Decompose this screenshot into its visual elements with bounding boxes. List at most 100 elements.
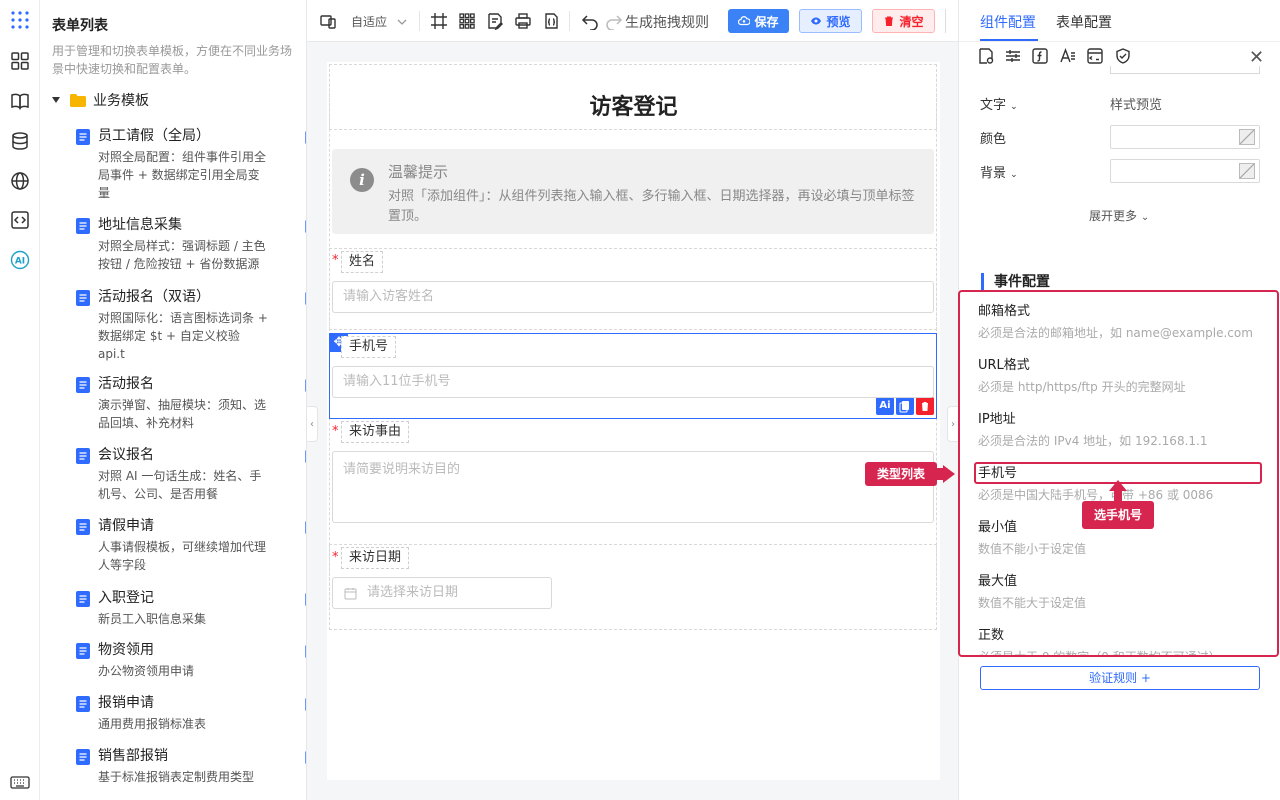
list-item-name: 地址信息采集 (98, 217, 182, 233)
edit-icon[interactable] (305, 289, 307, 306)
background-picker[interactable] (1110, 159, 1260, 183)
browser-code-icon[interactable] (1086, 47, 1104, 65)
print-icon[interactable] (514, 12, 532, 30)
reason-textarea[interactable]: 请简要说明来访目的 (332, 451, 934, 523)
apps-grid-icon[interactable] (10, 10, 30, 30)
background-label[interactable]: 背景 ⌄ (980, 162, 1018, 181)
edit-icon[interactable] (305, 518, 307, 535)
save-button[interactable]: 保存 (728, 9, 789, 33)
edit-icon[interactable] (305, 748, 307, 765)
shield-check-icon[interactable] (1114, 47, 1132, 65)
code-icon[interactable] (10, 210, 30, 230)
tab-component-config[interactable]: 组件配置 (980, 12, 1036, 32)
validation-rule-option[interactable]: 正数必须是大于 0 的数字（0 和正数均不可通过） (978, 627, 1268, 657)
preview-button[interactable]: 预览 (799, 9, 862, 33)
edit-doc-icon[interactable] (486, 12, 504, 30)
tip-title: 温馨提示 (388, 163, 449, 181)
list-item-name: 活动报名 (98, 376, 154, 392)
date-picker[interactable]: 请选择来访日期 (332, 577, 552, 609)
database-icon[interactable] (10, 131, 30, 151)
form-list-sidebar: 表单列表 用于管理和切换表单模板，方便在不同业务场景中快速切换和配置表单。 业务… (40, 0, 307, 800)
arrow-right-icon (935, 465, 955, 483)
color-swatch-icon[interactable] (1239, 163, 1255, 179)
redo-icon[interactable] (605, 12, 623, 30)
list-item-desc: 办公物资领用申请 (98, 664, 195, 678)
copy-icon[interactable] (896, 397, 914, 415)
edit-icon[interactable] (305, 376, 307, 393)
text-style-label[interactable]: 文字 ⌄ (980, 94, 1018, 113)
document-icon (76, 749, 90, 765)
ai-icon[interactable]: AI (10, 250, 30, 270)
list-item-name: 会议报名 (98, 447, 154, 463)
close-icon[interactable]: ✕ (1249, 47, 1264, 68)
document-icon (76, 448, 90, 464)
edit-icon[interactable] (305, 590, 307, 607)
form-canvas: 访客登记 i 温馨提示 对照「添加组件」：从组件列表拖入输入框、多行输入框、日期… (327, 62, 940, 780)
components-icon[interactable] (10, 51, 30, 71)
style-preview-text: 样式预览 (1110, 98, 1163, 113)
device-icon[interactable] (319, 12, 337, 30)
name-input[interactable]: 请输入访客姓名 (332, 281, 934, 313)
list-item-desc: 演示弹窗、抽屉模块：须知、选品回填、补充材料 (98, 398, 267, 430)
sliders-icon[interactable] (1004, 47, 1022, 65)
rule-name: 最大值 (978, 574, 1018, 589)
field-label-reason: 来访事由 (341, 421, 410, 443)
rule-desc: 必须是合法的 IPv4 地址，如 192.168.1.1 (978, 434, 1208, 448)
add-validation-rule-button[interactable]: 验证规则 + (980, 666, 1260, 690)
list-item-desc: 新员工入职信息采集 (98, 612, 207, 626)
rule-desc: 必须是大于 0 的数字（0 和正数均不可通过） (978, 650, 1221, 657)
edit-icon[interactable] (305, 217, 307, 234)
tree-group-business[interactable]: 业务模板 (52, 90, 149, 110)
globe-icon[interactable] (10, 171, 30, 191)
function-icon[interactable] (1031, 47, 1049, 65)
color-swatch-icon[interactable] (1239, 129, 1255, 145)
delete-icon[interactable] (916, 397, 934, 415)
edit-icon[interactable] (305, 128, 307, 145)
arrow-up-icon (1109, 480, 1127, 502)
clear-button[interactable]: 清空 (872, 9, 935, 33)
caret-down-icon[interactable] (52, 97, 60, 103)
adaptive-select[interactable]: 自适应 (351, 13, 407, 30)
list-item-name: 请假申请 (98, 518, 154, 534)
grid-icon[interactable] (458, 12, 476, 30)
validation-rule-option[interactable]: 最大值 数值不能大于设定值 (978, 573, 1268, 612)
color-picker[interactable] (1110, 125, 1260, 149)
list-item-desc: 基于标准报销表定制费用类型 (98, 770, 255, 784)
editor-toolbar: 自适应 生成拖拽规则 保存 预览 清空 (307, 0, 958, 42)
document-icon (76, 129, 90, 145)
edit-icon[interactable] (305, 447, 307, 464)
undo-icon[interactable] (581, 12, 599, 30)
rule-desc: 数值不能小于设定值 (978, 542, 1087, 556)
calendar-icon (344, 588, 357, 600)
text-style-icon[interactable] (1059, 47, 1077, 65)
svg-text:AI: AI (15, 257, 25, 267)
settings-doc-icon[interactable] (977, 47, 995, 65)
frame-icon[interactable] (430, 12, 448, 30)
tip-alert[interactable]: i 温馨提示 对照「添加组件」：从组件列表拖入输入框、多行输入框、日期选择器，再… (332, 149, 934, 234)
list-item-desc: 通用费用报销标准表 (98, 717, 207, 731)
generate-rule-button[interactable]: 生成拖拽规则 (625, 12, 709, 32)
folder-icon (70, 93, 86, 107)
edit-icon[interactable] (305, 695, 307, 712)
icon-rail: AI (0, 0, 40, 800)
field-label-name: 姓名 (341, 251, 384, 273)
book-icon[interactable] (10, 91, 30, 111)
validation-rule-option[interactable]: URL格式 必须是 http/https/ftp 开头的完整网址 (978, 357, 1268, 396)
expand-more-button[interactable]: 展开更多 ⌄ (1089, 207, 1149, 224)
document-icon (76, 519, 90, 535)
list-item-desc: 对照全局配置：组件事件引用全局事件 + 数据绑定引用全局变量 (98, 150, 267, 200)
validation-rule-option[interactable]: IP地址 必须是合法的 IPv4 地址，如 192.168.1.1 (978, 411, 1268, 450)
tree-group-label: 业务模板 (93, 93, 149, 109)
collapse-left-button[interactable]: ‹ (306, 406, 318, 442)
keyboard-icon[interactable] (10, 772, 30, 792)
sidebar-description: 用于管理和切换表单模板，方便在不同业务场景中快速切换和配置表单。 (52, 44, 293, 76)
validation-rule-option[interactable]: 邮箱格式 必须是合法的邮箱地址，如 name@example.com (978, 303, 1268, 342)
edit-icon[interactable] (305, 642, 307, 659)
phone-input[interactable]: 请输入11位手机号 (332, 366, 934, 398)
section-title-events: 事件配置 (981, 273, 1050, 291)
json-icon[interactable] (542, 12, 560, 30)
ai-badge-icon[interactable]: Ai (876, 397, 894, 415)
tab-form-config[interactable]: 表单配置 (1056, 12, 1112, 32)
rule-name: 正数 (978, 628, 1005, 643)
document-icon (76, 218, 90, 234)
